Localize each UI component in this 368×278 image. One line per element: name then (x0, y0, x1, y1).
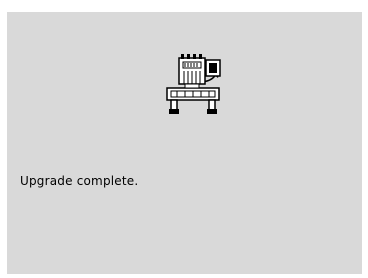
embroidery-machine-upgrade-icon (159, 54, 229, 116)
display-screen: Upgrade complete. (7, 12, 362, 274)
status-message: Upgrade complete. (20, 174, 139, 188)
